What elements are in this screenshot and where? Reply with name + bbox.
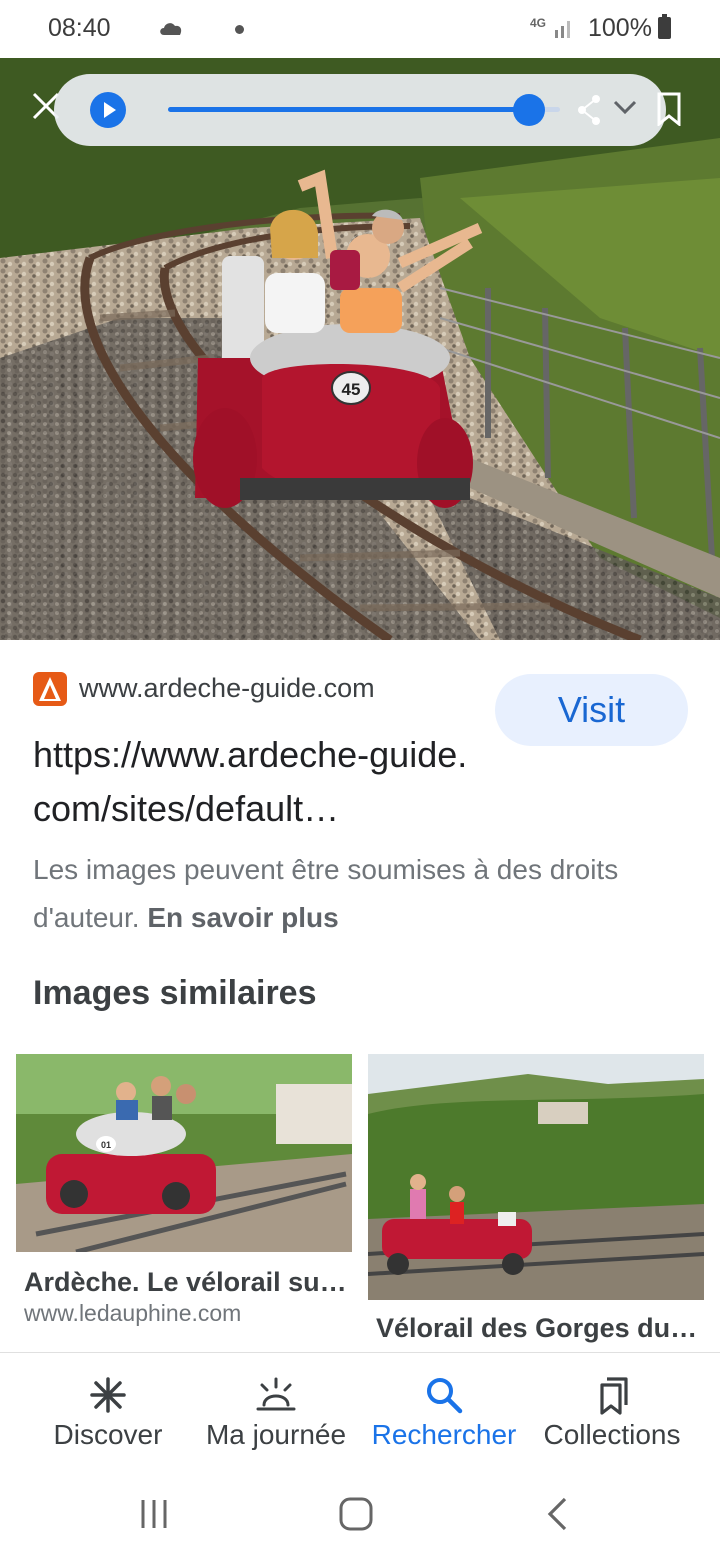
nav-rechercher-label: Rechercher bbox=[371, 1419, 517, 1450]
nav-ma-journee[interactable]: Ma journée bbox=[192, 1353, 360, 1471]
nav-ma-journee-label: Ma journée bbox=[205, 1419, 347, 1450]
signal-icon bbox=[555, 21, 570, 38]
progress-fill bbox=[168, 107, 529, 112]
collections-icon bbox=[600, 1377, 628, 1415]
recent-apps-icon[interactable] bbox=[134, 1494, 174, 1534]
battery-level: 100% bbox=[588, 14, 652, 42]
progress-thumb[interactable] bbox=[512, 94, 545, 126]
nav-discover-label: Discover bbox=[53, 1419, 163, 1450]
battery-icon bbox=[658, 14, 671, 39]
similar-image-1[interactable]: 01 bbox=[16, 1054, 352, 1252]
bottom-navigation: Discover Ma journée Rechercher Collectio… bbox=[0, 1352, 720, 1470]
svg-text:45: 45 bbox=[342, 380, 361, 399]
system-navigation bbox=[0, 1470, 720, 1560]
status-bar: 08:40 4G 100% bbox=[0, 0, 720, 58]
similar-image-1-title[interactable]: Ardèche. Le vélorail su… bbox=[24, 1267, 346, 1298]
play-icon[interactable] bbox=[90, 92, 126, 128]
similar-image-2-title[interactable]: Vélorail des Gorges du… bbox=[376, 1313, 696, 1344]
bookmark-icon[interactable] bbox=[656, 92, 682, 126]
similar-image-2[interactable] bbox=[368, 1054, 704, 1300]
discover-icon bbox=[90, 1377, 126, 1413]
progress-slider[interactable] bbox=[168, 94, 560, 126]
copyright-notice: Les images peuvent être soumises à des d… bbox=[33, 846, 693, 942]
notification-dot-icon bbox=[235, 25, 244, 34]
chevron-down-icon[interactable] bbox=[612, 98, 638, 116]
search-icon bbox=[427, 1378, 463, 1414]
nav-discover[interactable]: Discover bbox=[40, 1353, 176, 1471]
nav-collections-label: Collections bbox=[543, 1419, 681, 1450]
network-type: 4G bbox=[530, 16, 547, 30]
home-icon[interactable] bbox=[336, 1494, 376, 1534]
cloud-icon bbox=[160, 23, 182, 35]
similar-image-1-source: www.ledauphine.com bbox=[24, 1300, 242, 1326]
nav-rechercher[interactable]: Rechercher bbox=[360, 1353, 528, 1471]
learn-more-link[interactable]: En savoir plus bbox=[147, 902, 338, 933]
back-icon[interactable] bbox=[538, 1494, 578, 1534]
source-domain[interactable]: www.ardeche-guide.com bbox=[79, 673, 375, 704]
sunrise-icon bbox=[256, 1377, 296, 1411]
similar-images-heading: Images similaires bbox=[33, 974, 317, 1012]
nav-collections[interactable]: Collections bbox=[530, 1353, 694, 1471]
media-player-bar bbox=[54, 74, 666, 146]
result-url[interactable]: https://www.ardeche-guide.com/sites/defa… bbox=[33, 728, 473, 836]
site-logo bbox=[33, 672, 67, 706]
status-time: 08:40 bbox=[48, 14, 111, 42]
visit-button[interactable]: Visit bbox=[495, 674, 688, 746]
share-icon[interactable] bbox=[576, 94, 602, 126]
svg-text:01: 01 bbox=[101, 1140, 111, 1150]
